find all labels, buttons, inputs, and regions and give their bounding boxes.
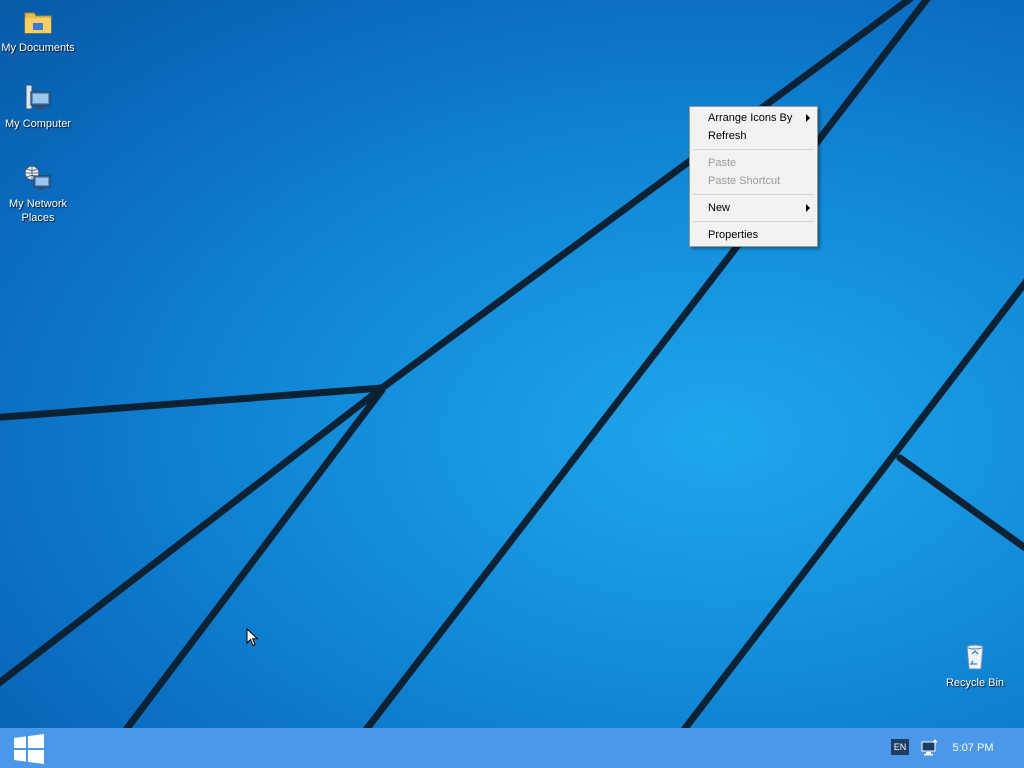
menu-item-refresh[interactable]: Refresh	[690, 127, 817, 145]
submenu-arrow-icon	[806, 114, 810, 122]
menu-item-properties[interactable]: Properties	[690, 226, 817, 244]
menu-separator	[693, 194, 814, 195]
desktop[interactable]: My Documents My Computer My Network Plac…	[0, 0, 1024, 728]
computer-icon	[25, 84, 51, 110]
desktop-icon-label: My Computer	[4, 118, 72, 130]
language-indicator[interactable]: EN	[891, 739, 909, 755]
submenu-arrow-icon	[806, 204, 810, 212]
desktop-context-menu[interactable]: Arrange Icons By Refresh Paste Paste Sho…	[689, 106, 818, 247]
network-places-icon	[24, 165, 51, 190]
desktop-icon-my-computer[interactable]: My Computer	[0, 82, 76, 131]
taskbar: EN 5:07 PM	[0, 728, 1024, 768]
desktop-icon-my-documents[interactable]: My Documents	[0, 6, 76, 55]
desktop-icon-label: My Network Places	[8, 198, 68, 224]
menu-item-label: New	[708, 202, 731, 214]
mouse-pointer-icon	[246, 628, 259, 647]
network-monitor-icon[interactable]	[921, 739, 939, 757]
desktop-icon-recycle-bin[interactable]: Recycle Bin	[937, 641, 1013, 690]
menu-item-label: Arrange Icons By	[708, 112, 793, 124]
menu-separator	[693, 149, 814, 150]
menu-item-paste-shortcut: Paste Shortcut	[690, 172, 817, 190]
menu-item-label: Paste Shortcut	[708, 175, 781, 187]
menu-item-label: Paste	[708, 157, 737, 169]
desktop-icon-label: Recycle Bin	[945, 677, 1005, 689]
desktop-icon-my-network-places[interactable]: My Network Places	[0, 162, 76, 225]
start-button[interactable]	[0, 728, 58, 768]
folder-documents-icon	[24, 12, 52, 34]
menu-item-paste: Paste	[690, 154, 817, 172]
wallpaper-lines	[0, 0, 1024, 728]
desktop-icon-label: My Documents	[1, 42, 75, 54]
windows-logo-icon	[14, 734, 44, 764]
menu-item-arrange-icons-by[interactable]: Arrange Icons By	[690, 109, 817, 127]
taskbar-clock[interactable]: 5:07 PM	[946, 728, 1000, 768]
recycle-bin-icon	[966, 644, 984, 670]
menu-item-label: Properties	[708, 229, 759, 241]
menu-separator	[693, 221, 814, 222]
menu-item-label: Refresh	[708, 130, 747, 142]
menu-item-new[interactable]: New	[690, 199, 817, 217]
